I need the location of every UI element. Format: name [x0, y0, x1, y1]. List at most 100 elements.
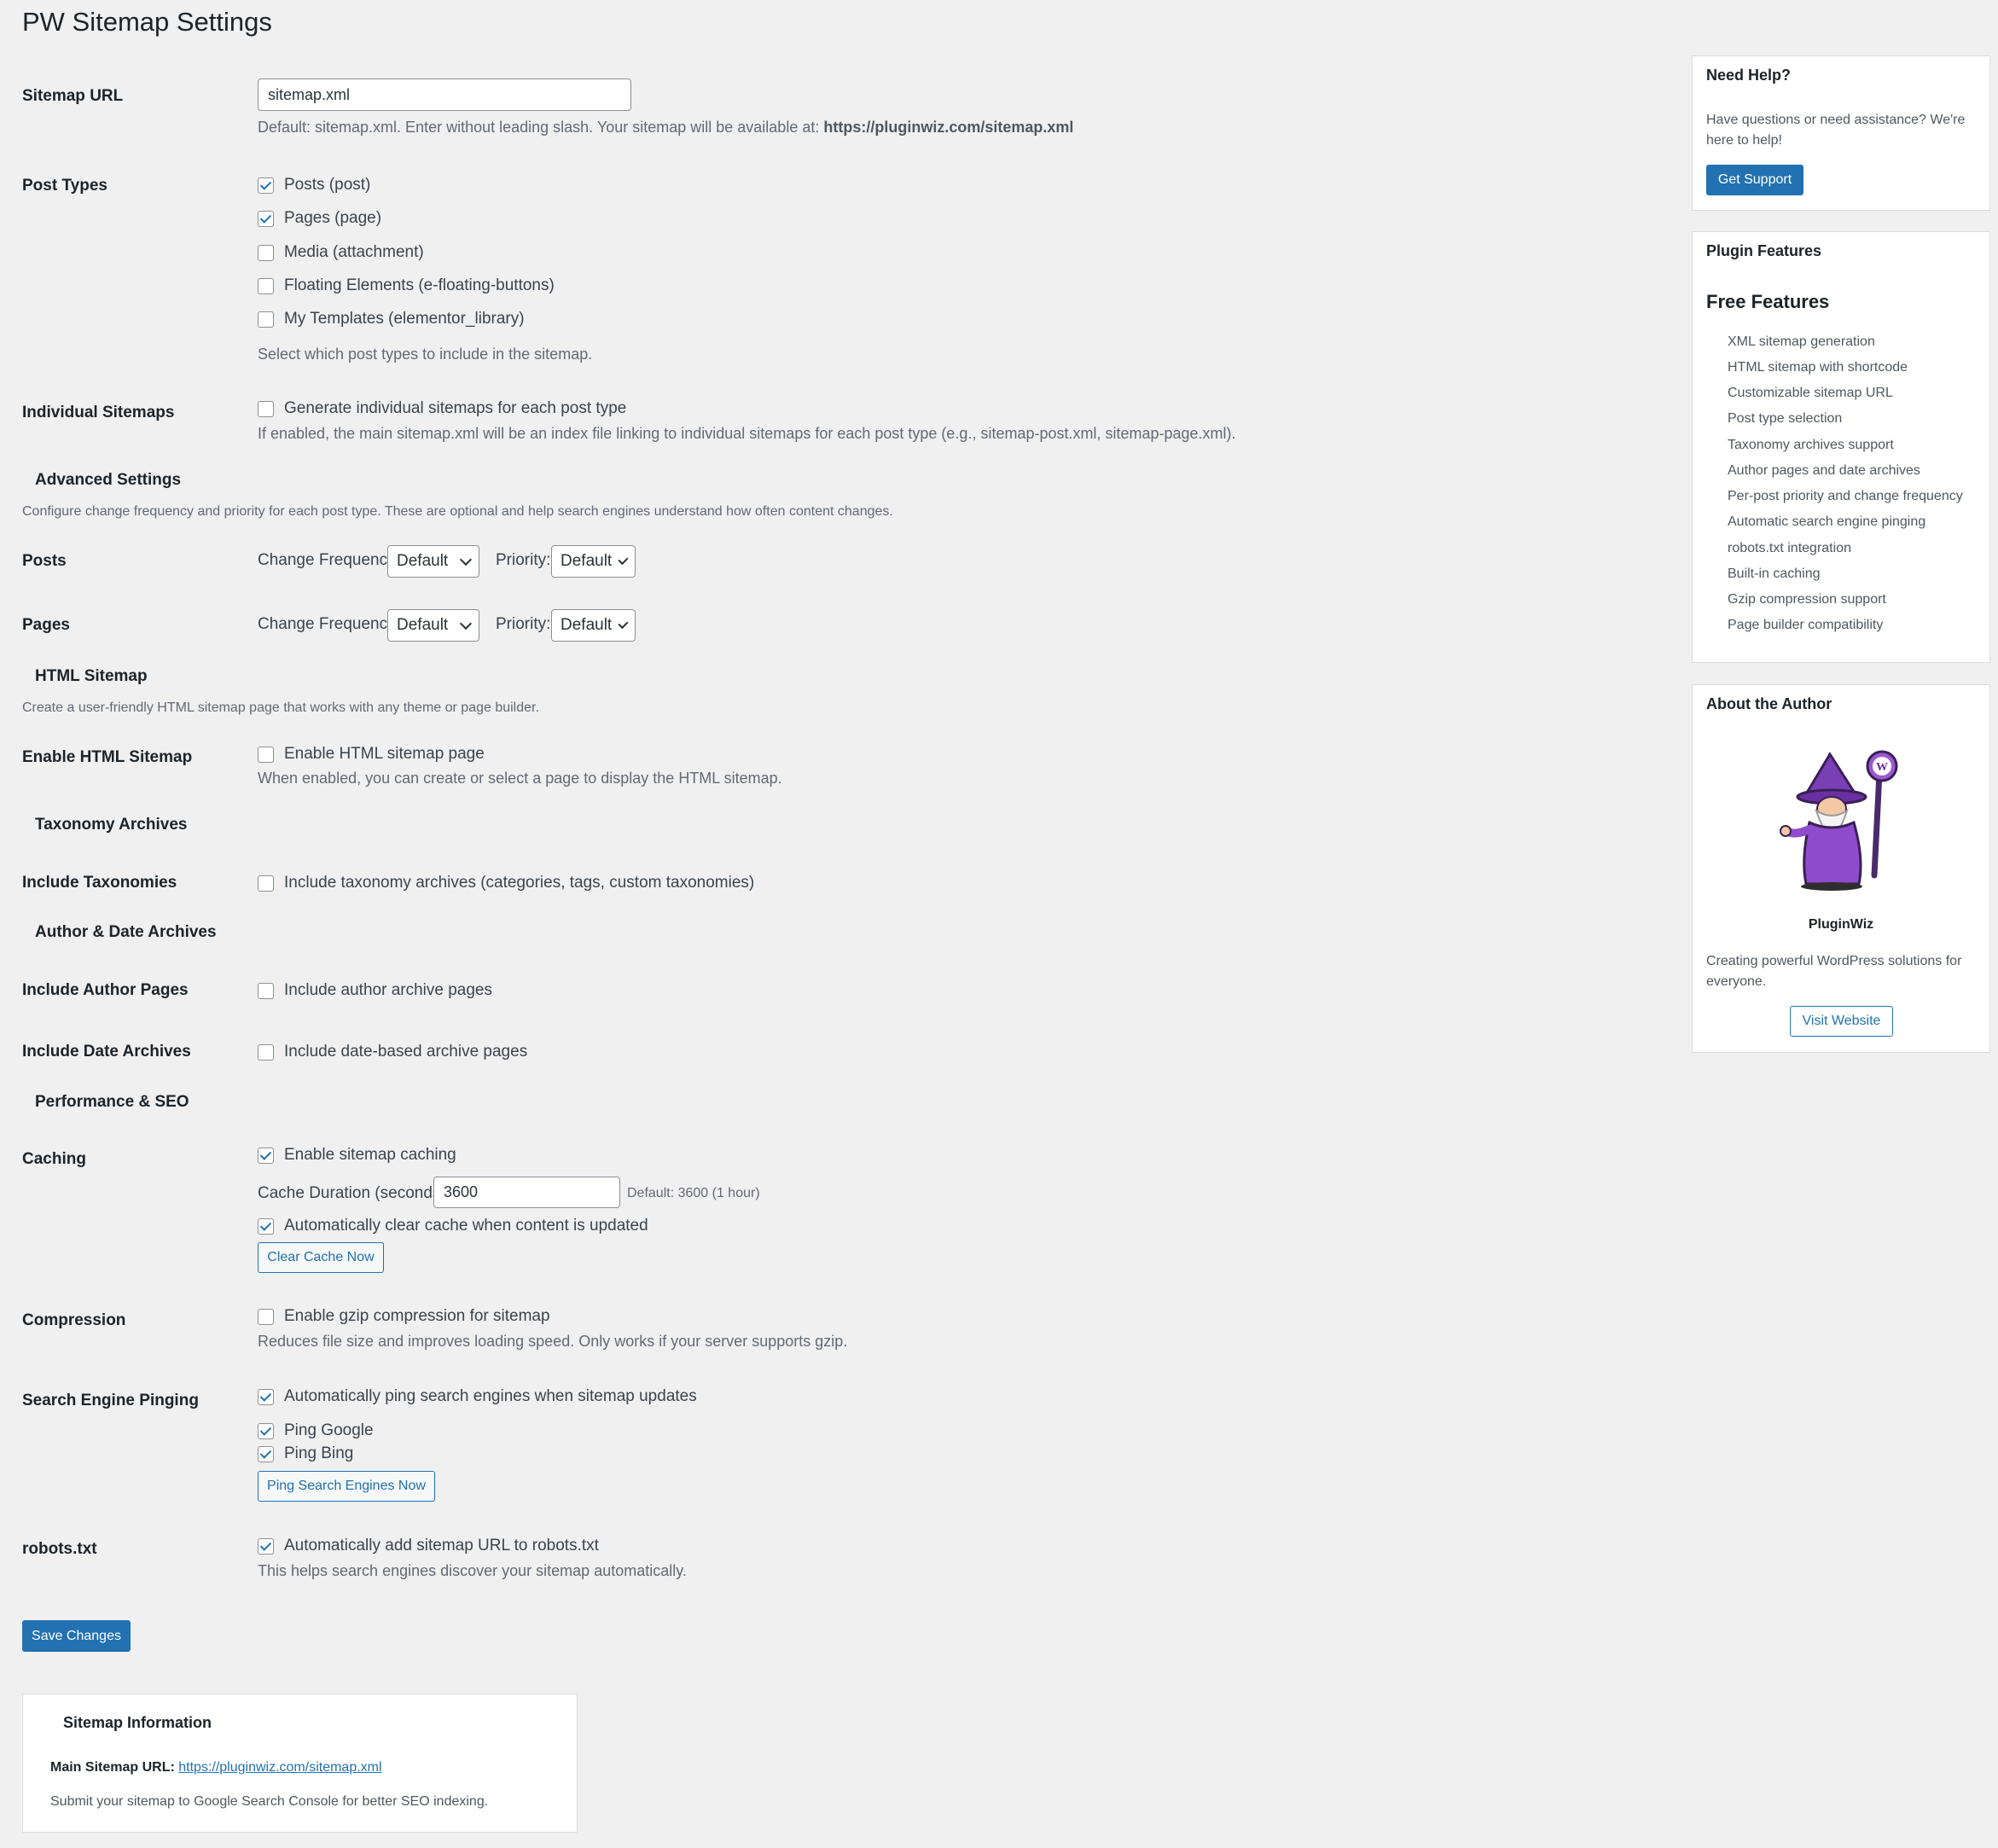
pages-frequency-select[interactable]: Default — [387, 609, 479, 642]
taxonomy-heading: Taxonomy Archives — [35, 816, 188, 834]
checkbox[interactable] — [258, 982, 274, 999]
posts-priority-select[interactable]: Default — [551, 545, 636, 578]
auto-clear-cache-checkbox[interactable]: Automatically clear cache when content i… — [258, 1217, 648, 1235]
checkbox-label: Automatically ping search engines when s… — [284, 1387, 697, 1405]
auto-ping-checkbox[interactable]: Automatically ping search engines when s… — [258, 1387, 697, 1406]
select-value: Default — [397, 552, 449, 570]
include-date-archives-checkbox[interactable]: Include date-based archive pages — [258, 1043, 527, 1061]
freq-label: Change Frequency: — [258, 551, 400, 569]
checkbox[interactable] — [258, 1388, 274, 1405]
checkbox[interactable] — [258, 244, 274, 261]
checkbox[interactable] — [258, 1445, 274, 1462]
checkbox-label: Generate individual sitemaps for each po… — [284, 399, 627, 417]
feature-item: XML sitemap generation — [1728, 334, 1875, 349]
checkbox[interactable] — [258, 1043, 274, 1061]
feature-item: Automatic search engine pinging — [1728, 514, 1926, 529]
chevron-down-icon — [618, 554, 629, 565]
checkbox-label: Ping Bing — [284, 1444, 354, 1462]
checkbox-label: My Templates (elementor_library) — [284, 310, 525, 328]
checkbox[interactable] — [258, 277, 274, 294]
cache-duration-help: Default: 3600 (1 hour) — [627, 1186, 760, 1200]
ping-bing-checkbox[interactable]: Ping Bing — [258, 1444, 353, 1463]
include-taxonomies-label: Include Taxonomies — [22, 874, 177, 892]
checkbox[interactable] — [258, 400, 274, 417]
include-taxonomies-checkbox[interactable]: Include taxonomy archives (categories, t… — [258, 874, 754, 892]
need-help-title: Need Help? — [1706, 67, 1792, 84]
checkbox[interactable] — [258, 210, 274, 227]
chevron-down-icon — [459, 617, 473, 630]
cache-duration-label: Cache Duration (seconds): — [258, 1184, 450, 1202]
checkbox-label: Floating Elements (e-floating-buttons) — [284, 276, 555, 294]
clear-cache-button[interactable]: Clear Cache Now — [258, 1242, 384, 1273]
save-changes-button[interactable]: Save Changes — [22, 1620, 131, 1652]
enable-html-sitemap-checkbox[interactable]: Enable HTML sitemap page — [258, 745, 485, 764]
pages-priority-select[interactable]: Default — [551, 609, 636, 642]
checkbox-label: Include author archive pages — [284, 981, 492, 999]
feature-item: Page builder compatibility — [1728, 618, 1884, 632]
author-date-heading: Author & Date Archives — [35, 923, 217, 941]
plugin-features-title: Plugin Features — [1706, 242, 1822, 259]
checkbox[interactable] — [258, 1308, 274, 1325]
include-date-archives-label: Include Date Archives — [22, 1043, 191, 1061]
checkbox[interactable] — [258, 875, 274, 892]
feature-item: Taxonomy archives support — [1728, 438, 1894, 452]
checkbox-label: Ping Google — [284, 1421, 374, 1439]
advanced-row-posts-label: Posts — [22, 552, 67, 570]
checkbox-label: Enable HTML sitemap page — [284, 745, 485, 763]
sitemap-url-input[interactable]: sitemap.xml — [258, 78, 631, 111]
main-sitemap-url-label: Main Sitemap URL: — [50, 1760, 175, 1775]
visit-website-button[interactable]: Visit Website — [1790, 1006, 1893, 1037]
checkbox-label: Media (attachment) — [284, 243, 424, 261]
post-type-my-templates[interactable]: My Templates (elementor_library) — [258, 310, 525, 328]
checkbox-label: Automatically clear cache when content i… — [284, 1217, 648, 1235]
advanced-settings-desc: Configure change frequency and priority … — [22, 504, 893, 519]
ping-search-engines-button[interactable]: Ping Search Engines Now — [258, 1471, 435, 1502]
compression-help: Reduces file size and improves loading s… — [258, 1333, 848, 1350]
feature-item: Customizable sitemap URL — [1728, 386, 1893, 400]
feature-item: Gzip compression support — [1728, 592, 1886, 607]
wizard-mascot-icon: W — [1779, 747, 1907, 892]
cache-duration-input[interactable]: 3600 — [433, 1177, 620, 1208]
checkbox[interactable] — [258, 177, 274, 194]
individual-sitemaps-checkbox[interactable]: Generate individual sitemaps for each po… — [258, 399, 626, 418]
priority-label: Priority: — [496, 551, 551, 569]
checkbox-label: Enable gzip compression for sitemap — [284, 1307, 550, 1325]
checkbox[interactable] — [258, 1217, 274, 1235]
individual-sitemaps-help: If enabled, the main sitemap.xml will be… — [258, 425, 1236, 442]
sitemap-information-note: Submit your sitemap to Google Search Con… — [50, 1794, 489, 1809]
select-value: Default — [560, 616, 613, 634]
checkbox-label: Pages (page) — [284, 209, 382, 227]
include-author-pages-checkbox[interactable]: Include author archive pages — [258, 981, 492, 1000]
checkbox[interactable] — [258, 1147, 274, 1164]
enable-caching-checkbox[interactable]: Enable sitemap caching — [258, 1146, 456, 1165]
sitemap-url-label: Sitemap URL — [22, 87, 124, 105]
get-support-button[interactable]: Get Support — [1706, 165, 1803, 195]
checkbox[interactable] — [258, 1537, 274, 1555]
post-type-media[interactable]: Media (attachment) — [258, 243, 424, 262]
post-type-floating-elements[interactable]: Floating Elements (e-floating-buttons) — [258, 276, 555, 295]
robots-txt-checkbox[interactable]: Automatically add sitemap URL to robots.… — [258, 1537, 599, 1555]
post-type-pages[interactable]: Pages (page) — [258, 209, 381, 228]
feature-item: HTML sitemap with shortcode — [1728, 360, 1908, 375]
priority-label: Priority: — [496, 615, 551, 633]
feature-item: Per-post priority and change frequency — [1728, 489, 1963, 503]
checkbox[interactable] — [258, 1422, 274, 1439]
caching-label: Caching — [22, 1150, 86, 1168]
checkbox-label: Include date-based archive pages — [284, 1043, 528, 1061]
ping-google-checkbox[interactable]: Ping Google — [258, 1421, 374, 1440]
html-sitemap-heading: HTML Sitemap — [35, 667, 148, 685]
post-types-help: Select which post types to include in th… — [258, 346, 593, 363]
compression-label: Compression — [22, 1311, 126, 1329]
sitemap-information-title: Sitemap Information — [63, 1714, 212, 1731]
need-help-text: Have questions or need assistance? We're… — [1706, 113, 1966, 148]
post-type-posts[interactable]: Posts (post) — [258, 176, 370, 195]
main-sitemap-url-row: Main Sitemap URL: https://pluginwiz.com/… — [50, 1758, 382, 1778]
gzip-compression-checkbox[interactable]: Enable gzip compression for sitemap — [258, 1307, 550, 1326]
checkbox[interactable] — [258, 746, 274, 763]
main-sitemap-url-link[interactable]: https://pluginwiz.com/sitemap.xml — [178, 1760, 381, 1775]
feature-item: Post type selection — [1728, 411, 1843, 426]
about-author-title: About the Author — [1706, 695, 1832, 712]
checkbox[interactable] — [258, 311, 274, 328]
individual-sitemaps-label: Individual Sitemaps — [22, 404, 175, 421]
posts-frequency-select[interactable]: Default — [387, 545, 479, 578]
